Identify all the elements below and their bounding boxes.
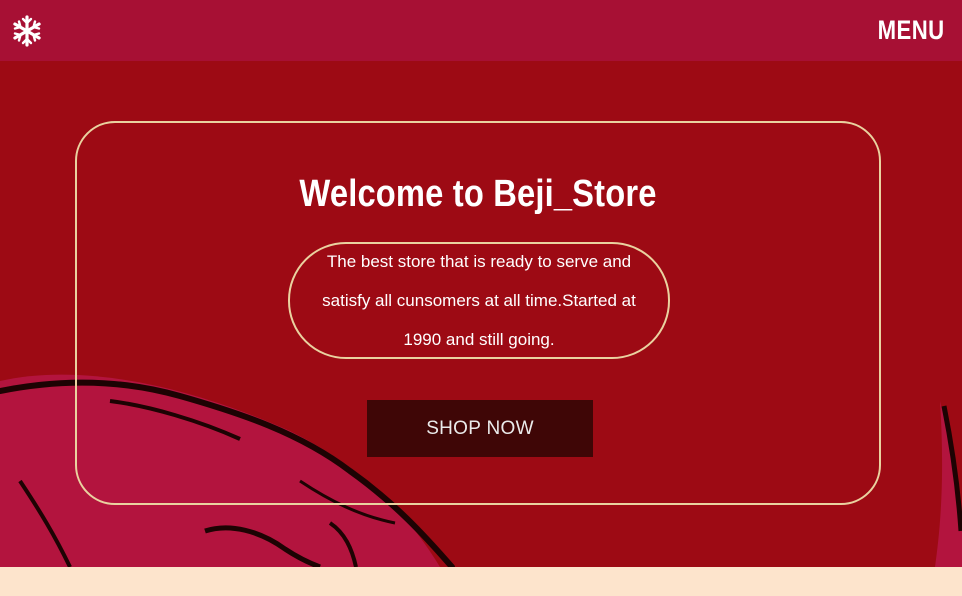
- hero-card: Welcome to Beji_Store The best store tha…: [75, 121, 881, 505]
- hero-description: The best store that is ready to serve an…: [288, 242, 670, 359]
- menu-link[interactable]: MENU: [877, 15, 944, 46]
- navbar: MENU: [0, 0, 962, 61]
- snowflake-icon[interactable]: [11, 14, 43, 47]
- hero-title: Welcome to Beji_Store: [299, 173, 657, 215]
- footer-strip: [0, 567, 962, 596]
- shop-now-button[interactable]: SHOP NOW: [367, 400, 593, 457]
- hero-section: Welcome to Beji_Store The best store tha…: [0, 61, 962, 567]
